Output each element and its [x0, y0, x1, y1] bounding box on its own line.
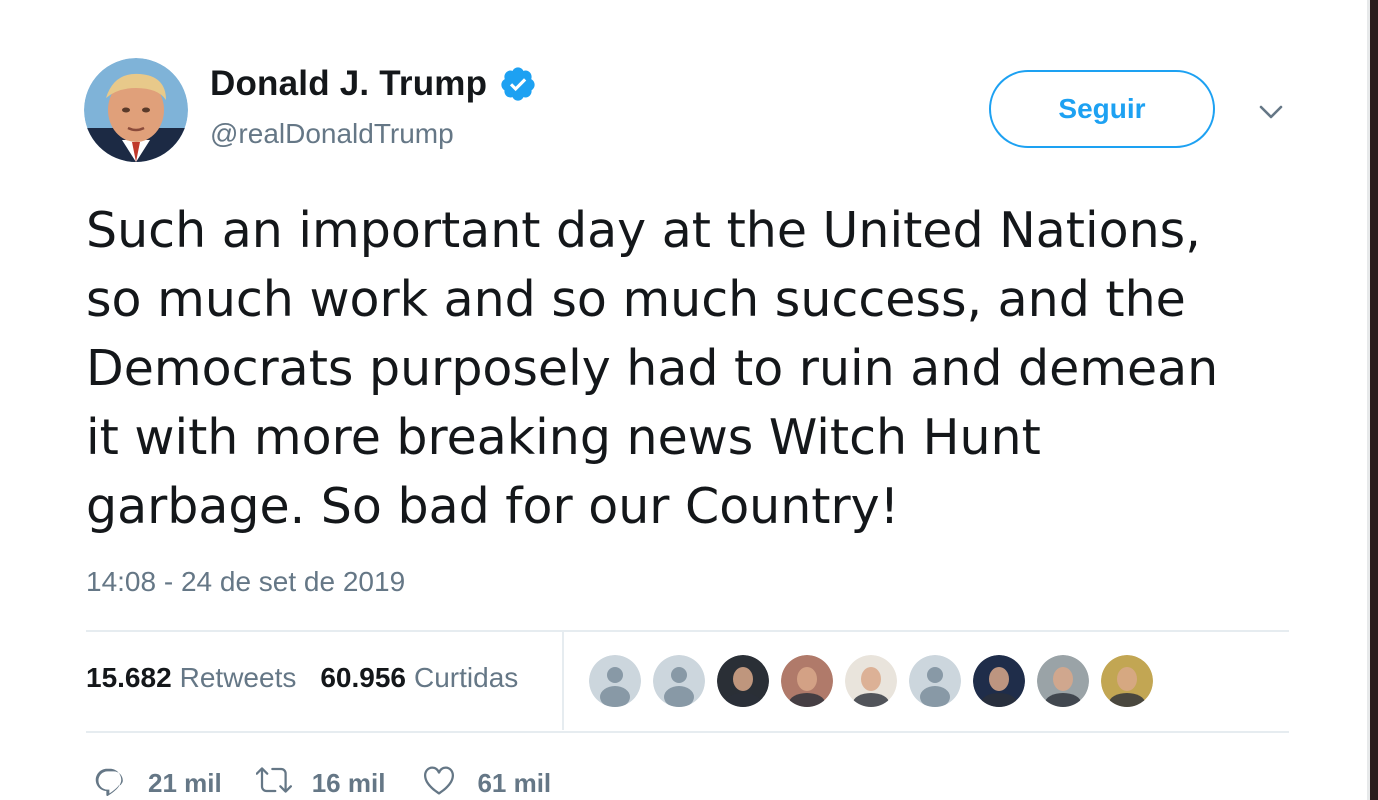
tweet-text: Such an important day at the United Nati…: [86, 196, 1326, 541]
tweet-text-line: Democrats purposely had to ruin and deme…: [86, 340, 1219, 397]
tweet-text-line: so much work and so much success, and th…: [86, 271, 1186, 328]
tweet-text-line: garbage. So bad for our Country!: [86, 478, 900, 535]
stats-top-divider: [86, 630, 1289, 632]
like-count: 61 mil: [477, 768, 552, 798]
stats-vertical-divider: [562, 632, 564, 730]
author-display-name[interactable]: Donald J. Trump: [210, 64, 487, 104]
liker-avatar[interactable]: [589, 655, 641, 707]
retweets-count: 15.682: [86, 662, 172, 693]
window-edge: [1367, 0, 1378, 800]
liker-avatar[interactable]: [973, 655, 1025, 707]
liker-avatar[interactable]: [1037, 655, 1089, 707]
tweet-text-line: Such an important day at the United Nati…: [86, 202, 1201, 259]
follow-button[interactable]: Seguir: [989, 70, 1215, 148]
retweets-stat[interactable]: 15.682 Retweets: [86, 662, 296, 694]
retweets-label: Retweets: [179, 662, 297, 693]
author-name-row: Donald J. Trump: [210, 64, 537, 104]
retweet-icon: [255, 762, 292, 800]
verified-badge-icon: [499, 65, 537, 103]
liker-avatar[interactable]: [717, 655, 769, 707]
tweet-actions: 21 mil 16 mil 61 mil: [92, 762, 551, 800]
liker-avatar[interactable]: [653, 655, 705, 707]
reply-action[interactable]: 21 mil: [92, 762, 222, 800]
tweet-text-line: it with more breaking news Witch Hunt: [86, 409, 1041, 466]
liker-avatar[interactable]: [845, 655, 897, 707]
liker-avatar[interactable]: [781, 655, 833, 707]
reply-icon: [92, 762, 128, 800]
author-handle[interactable]: @realDonaldTrump: [210, 118, 454, 150]
likes-stat[interactable]: 60.956 Curtidas: [320, 662, 518, 694]
chevron-down-icon[interactable]: [1255, 96, 1287, 128]
liker-avatar[interactable]: [909, 655, 961, 707]
tweet-stats: 15.682 Retweets 60.956 Curtidas: [86, 662, 518, 694]
author-avatar[interactable]: [84, 58, 188, 162]
like-action[interactable]: 61 mil: [421, 762, 551, 800]
tweet-timestamp[interactable]: 14:08 - 24 de set de 2019: [86, 566, 405, 598]
stats-bottom-divider: [86, 731, 1289, 733]
retweet-action[interactable]: 16 mil: [255, 762, 386, 800]
likes-label: Curtidas: [414, 662, 519, 693]
retweet-count: 16 mil: [311, 768, 386, 798]
likes-count: 60.956: [320, 662, 406, 693]
liker-avatar[interactable]: [1101, 655, 1153, 707]
heart-icon: [421, 762, 457, 800]
reply-count: 21 mil: [148, 768, 222, 798]
liker-avatars: [589, 655, 1153, 707]
